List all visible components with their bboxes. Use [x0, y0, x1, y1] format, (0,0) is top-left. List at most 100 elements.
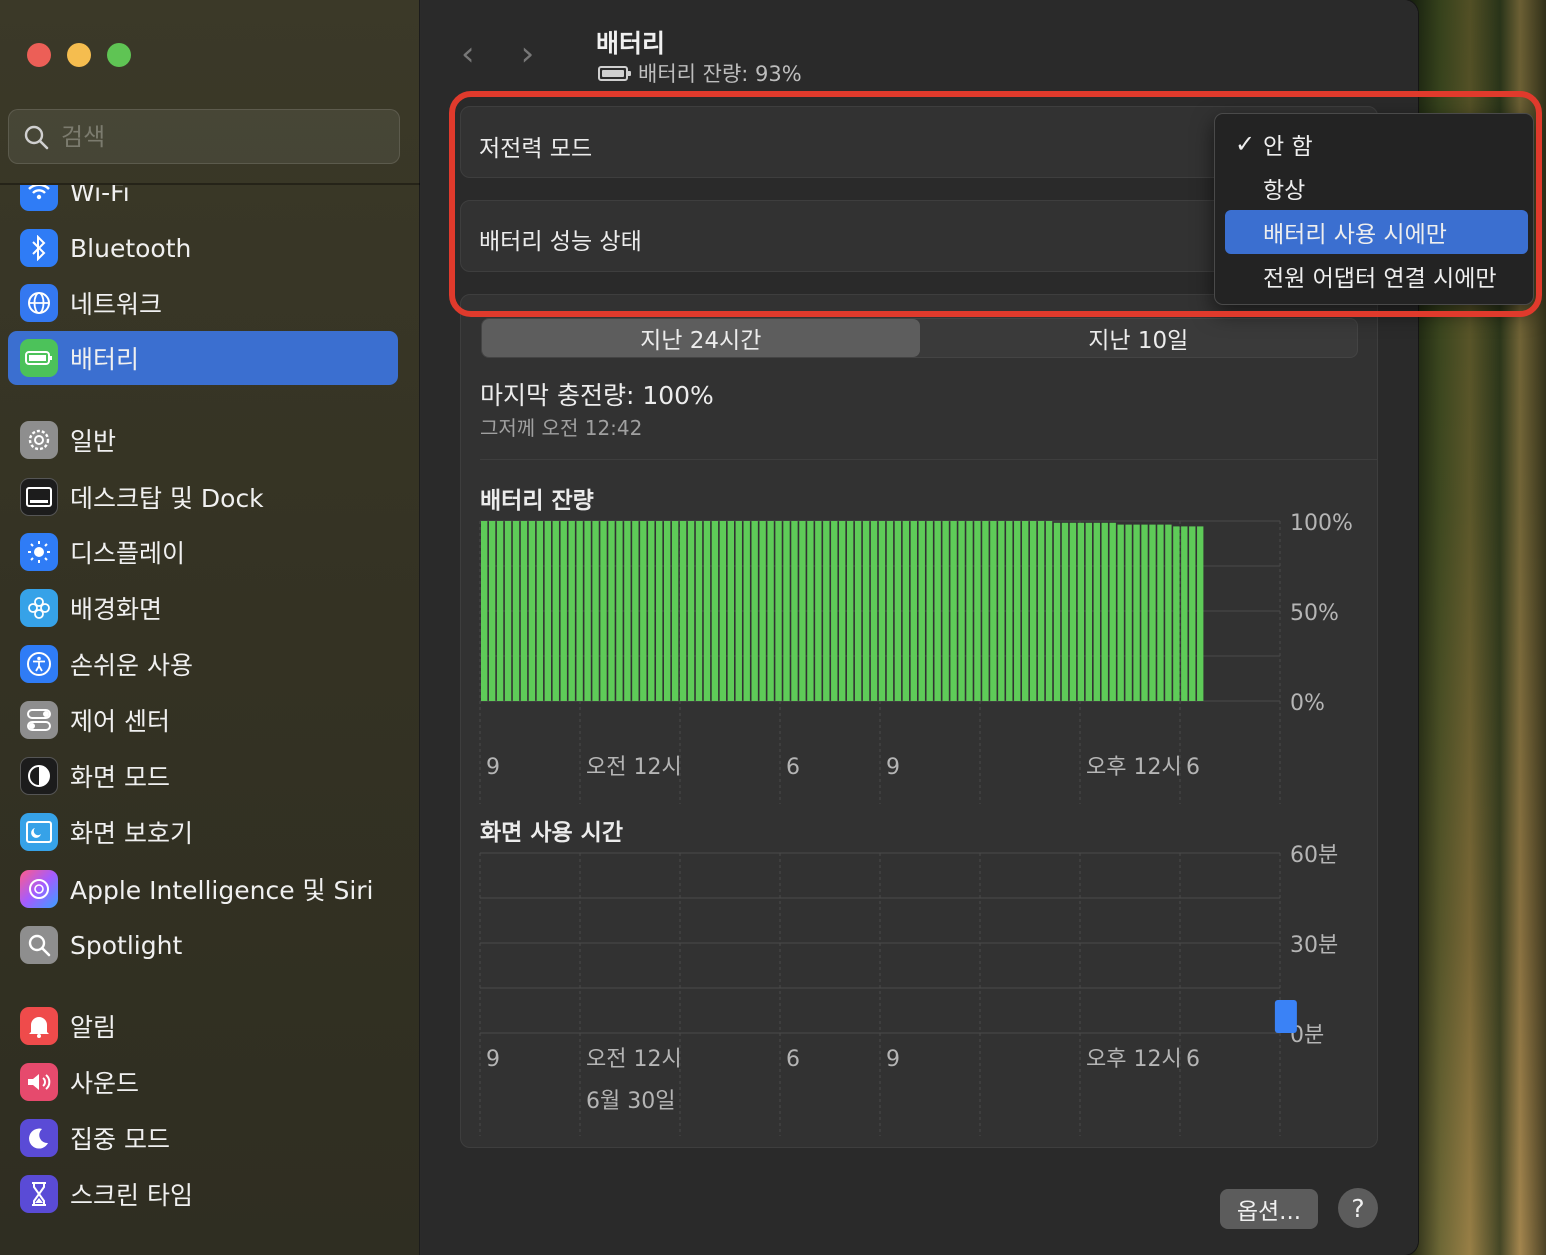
- sidebar-item-label: 사운드: [70, 1069, 140, 1098]
- battery-level-bar: [775, 521, 782, 701]
- sidebar-item-label: Spotlight: [70, 930, 183, 960]
- close-button[interactable]: [27, 43, 51, 67]
- sidebar-item-network[interactable]: 네트워크: [8, 276, 398, 330]
- menu-item-on-power-adapter-only[interactable]: 전원 어댑터 연결 시에만: [1225, 254, 1528, 298]
- sidebar-item-label: 배경화면: [70, 595, 163, 624]
- battery-level-bar: [1014, 521, 1021, 701]
- sidebar-item-screen-time[interactable]: 스크린 타임: [8, 1167, 398, 1221]
- x-axis-tick-label: 9: [486, 1047, 500, 1072]
- sidebar-item-focus[interactable]: 집중 모드: [8, 1111, 398, 1165]
- search-field[interactable]: [8, 109, 400, 164]
- x-axis-tick-label: 9: [886, 1047, 900, 1072]
- battery-level-bar: [679, 521, 687, 701]
- x-axis-tick-label: 오전 12시: [586, 1047, 682, 1072]
- battery-level-bar: [703, 521, 711, 701]
- sidebar-item-label: 알림: [70, 1013, 117, 1042]
- battery-level-bar: [584, 521, 591, 701]
- sidebar-item-desktop-dock[interactable]: 데스크탑 및 Dock: [8, 470, 398, 524]
- x-axis-tick-label: 9: [486, 755, 500, 780]
- menu-item-on-battery-only[interactable]: 배터리 사용 시에만: [1225, 210, 1528, 254]
- sidebar-item-label: Apple Intelligence 및 Siri: [70, 876, 374, 905]
- battery-level-bar: [1141, 524, 1148, 701]
- battery-level-bar: [1165, 524, 1172, 701]
- battery-level-bar: [568, 521, 575, 701]
- battery-level-bar: [735, 521, 742, 701]
- battery-level-bar: [870, 521, 878, 701]
- battery-level-bar: [504, 521, 512, 701]
- sidebar-item-apple-intelligence-siri[interactable]: Apple Intelligence 및 Siri: [8, 862, 398, 916]
- sidebar-item-notifications[interactable]: 알림: [8, 999, 398, 1053]
- battery-level-bar: [1006, 521, 1013, 701]
- battery-level-bar: [1189, 526, 1196, 701]
- battery-level-bar: [560, 521, 567, 701]
- battery-level-bar: [687, 521, 695, 701]
- menu-item-label: 안 함: [1263, 134, 1313, 160]
- battery-level-bar: [783, 521, 790, 701]
- y-axis-tick-label: 0%: [1290, 691, 1325, 716]
- menu-item-always[interactable]: 항상: [1225, 166, 1528, 210]
- wifi-icon: [20, 185, 58, 211]
- battery-level-bar: [600, 521, 607, 701]
- sidebar-item-spotlight[interactable]: Spotlight: [8, 918, 398, 972]
- sidebar-item-label: 화면 보호기: [70, 819, 193, 848]
- moon-icon: [20, 1119, 58, 1157]
- sidebar-item-battery[interactable]: 배터리: [8, 331, 398, 385]
- options-button[interactable]: 옵션...: [1220, 1189, 1318, 1229]
- battery-level-bar: [846, 521, 854, 701]
- sidebar-item-control-center[interactable]: 제어 센터: [8, 693, 398, 747]
- x-axis-tick-label: 오후 12시: [1086, 755, 1182, 780]
- battery-level-bar: [1077, 522, 1085, 701]
- sidebar-item-label: 집중 모드: [70, 1125, 170, 1154]
- sidebar-item-bluetooth[interactable]: Bluetooth: [8, 221, 398, 275]
- y-axis-tick-label: 60분: [1290, 843, 1338, 868]
- hourglass-icon: [20, 1175, 58, 1213]
- sidebar-item-sound[interactable]: 사운드: [8, 1055, 398, 1109]
- battery-level-bar: [496, 521, 504, 701]
- zoom-button[interactable]: [107, 43, 131, 67]
- battery-level-bar: [998, 521, 1005, 701]
- sidebar-item-label: 스크린 타임: [70, 1181, 193, 1210]
- sidebar-item-general[interactable]: 일반: [8, 413, 398, 467]
- sidebar-item-label: 네트워크: [70, 290, 163, 319]
- battery-level-bar: [799, 521, 806, 701]
- sidebar-item-display[interactable]: 디스플레이: [8, 525, 398, 579]
- battery-level-bar: [544, 521, 552, 701]
- battery-level-bar: [711, 521, 719, 701]
- sidebar-item-label: 제어 센터: [70, 707, 170, 736]
- checkmark-icon: ✓: [1235, 130, 1256, 158]
- battery-level-bar: [791, 521, 798, 701]
- minimize-button[interactable]: [67, 43, 91, 67]
- battery-level-bar: [1069, 522, 1077, 701]
- x-axis-tick-label: 오후 12시: [1086, 1047, 1182, 1072]
- low-power-mode-menu: ✓ 안 함 항상 배터리 사용 시에만 전원 어댑터 연결 시에만: [1214, 113, 1534, 305]
- battery-level-bar: [648, 521, 655, 701]
- x-axis-tick-label: 9: [886, 755, 900, 780]
- battery-level-bar: [488, 521, 496, 701]
- sidebar-item-wifi[interactable]: Wi-Fi: [8, 185, 398, 219]
- battery-level-bar: [767, 521, 774, 701]
- sidebar-item-wallpaper[interactable]: 배경화면: [8, 581, 398, 635]
- battery-level-bar: [1117, 524, 1124, 701]
- x-axis-date-label: 6월 30일: [586, 1089, 675, 1114]
- menu-item-never[interactable]: ✓ 안 함: [1225, 122, 1528, 166]
- battery-level-bar: [663, 521, 671, 701]
- sidebar-item-label: 배터리: [70, 345, 140, 374]
- sidebar-item-label: 일반: [70, 427, 117, 456]
- siri-icon: [20, 870, 58, 908]
- battery-level-bar: [894, 521, 902, 701]
- battery-level-bar: [815, 521, 822, 701]
- search-input[interactable]: [61, 122, 381, 151]
- battery-level-bar: [990, 521, 997, 701]
- battery-level-bar: [576, 521, 583, 701]
- sidebar-item-screensaver[interactable]: 화면 보호기: [8, 805, 398, 859]
- sidebar-item-appearance[interactable]: 화면 모드: [8, 749, 398, 803]
- sidebar-item-accessibility[interactable]: 손쉬운 사용: [8, 637, 398, 691]
- battery-level-bar: [1173, 526, 1180, 701]
- x-axis-tick-label: 오전 12시: [586, 755, 682, 780]
- battery-level-bar: [1157, 524, 1164, 701]
- bluetooth-icon: [20, 229, 58, 267]
- battery-level-bar: [1093, 522, 1100, 701]
- battery-level-bar: [878, 521, 886, 701]
- magnifier-icon: [20, 926, 58, 964]
- help-button[interactable]: ?: [1338, 1188, 1378, 1228]
